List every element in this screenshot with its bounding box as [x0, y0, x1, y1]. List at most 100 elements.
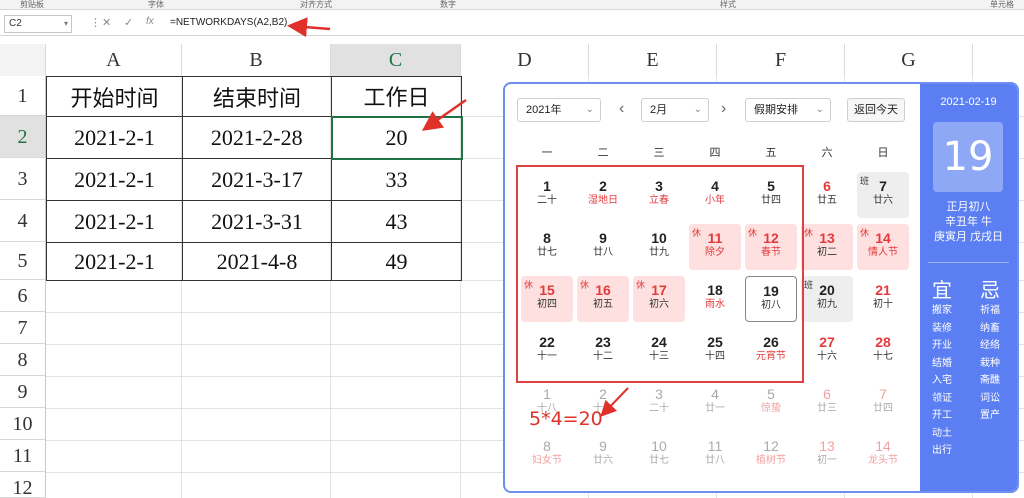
- holiday-select[interactable]: 假期安排 ⌄: [745, 98, 831, 122]
- row-header-8[interactable]: 8: [0, 344, 46, 376]
- row-header-9[interactable]: 9: [0, 376, 46, 408]
- day-lunar: 初二: [817, 247, 837, 258]
- column-header-g[interactable]: G: [845, 44, 973, 76]
- suitable-item: 结婚: [932, 357, 952, 369]
- row-header-6[interactable]: 6: [0, 280, 46, 312]
- suitable-item: 出行: [932, 445, 952, 456]
- weekday-label: 日: [877, 147, 889, 159]
- row-header-5[interactable]: 5: [0, 242, 46, 280]
- cell-a3[interactable]: 2021-2-1: [46, 158, 183, 201]
- calendar-day[interactable]: 休 13 初二: [801, 224, 853, 270]
- cell-b5[interactable]: 2021-4-8: [182, 242, 332, 281]
- cell-a2[interactable]: 2021-2-1: [46, 116, 183, 159]
- cell-a5[interactable]: 2021-2-1: [46, 242, 183, 281]
- cell-b3[interactable]: 2021-3-17: [182, 158, 332, 201]
- calendar-day[interactable]: 13 初一: [801, 432, 853, 478]
- chevron-down-icon[interactable]: ▾: [64, 16, 68, 32]
- day-lunar: 二十: [649, 403, 669, 414]
- selected-day-number: 19: [933, 122, 1003, 192]
- cell-c5[interactable]: 49: [331, 242, 462, 281]
- column-header-d[interactable]: D: [461, 44, 589, 76]
- year-select[interactable]: 2021年 ⌄: [517, 98, 601, 122]
- table-row: 2021-2-1 2021-3-31 43: [46, 200, 462, 243]
- day-lunar: 情人节: [868, 247, 898, 258]
- column-header-b[interactable]: B: [182, 44, 331, 76]
- calendar-day[interactable]: 14 龙头节: [857, 432, 909, 478]
- confirm-icon[interactable]: ✓: [124, 16, 133, 29]
- calendar-day[interactable]: 班 7 廿六: [857, 172, 909, 218]
- suitable-item: 领证: [932, 392, 952, 404]
- row-header-1[interactable]: 1: [0, 76, 46, 116]
- header-workdays[interactable]: 工作日: [331, 76, 462, 117]
- calendar-day[interactable]: 7 廿四: [857, 380, 909, 426]
- day-number: 13: [819, 438, 835, 454]
- day-number: 28: [875, 334, 891, 350]
- row-header-4[interactable]: 4: [0, 200, 46, 242]
- select-all-corner[interactable]: [0, 44, 46, 76]
- chevron-down-icon: ⌄: [585, 104, 594, 115]
- cell-b4[interactable]: 2021-3-31: [182, 200, 332, 243]
- ribbon-group-alignment: 对齐方式: [300, 0, 332, 9]
- weekday-label: 三: [653, 147, 665, 159]
- more-icon[interactable]: ⋮: [90, 16, 101, 29]
- calendar-day[interactable]: 8 妇女节: [521, 432, 573, 478]
- row-header-12[interactable]: 12: [0, 472, 46, 498]
- column-header-c[interactable]: C: [331, 44, 461, 76]
- month-select-value: 2月: [650, 104, 668, 116]
- calendar-day[interactable]: 10 廿七: [633, 432, 685, 478]
- row-header-10[interactable]: 10: [0, 408, 46, 440]
- calendar-day[interactable]: 班 20 初九: [801, 276, 853, 322]
- calendar-day[interactable]: 11 廿八: [689, 432, 741, 478]
- month-select[interactable]: 2月 ⌄: [641, 98, 709, 122]
- day-number: 6: [823, 386, 831, 402]
- year-select-value: 2021年: [526, 104, 562, 116]
- calendar-day[interactable]: 9 廿六: [577, 432, 629, 478]
- calendar-day[interactable]: 6 廿三: [801, 380, 853, 426]
- cell-c4[interactable]: 43: [331, 200, 462, 243]
- name-box[interactable]: C2 ▾: [4, 15, 72, 33]
- calendar-day[interactable]: 休 14 情人节: [857, 224, 909, 270]
- next-month-icon[interactable]: ›: [721, 98, 726, 120]
- column-header-a[interactable]: A: [46, 44, 182, 76]
- cell-b2[interactable]: 2021-2-28: [182, 116, 332, 159]
- avoid-item: 纳畜: [980, 322, 1000, 334]
- day-number: 21: [875, 282, 891, 298]
- suitable-item: 开业: [932, 340, 952, 351]
- calendar-day[interactable]: 28 十七: [857, 328, 909, 374]
- calendar-widget: 2021年 ⌄ ‹ 2月 ⌄ › 假期安排 ⌄ 返回今天 一 二 三 四 五 六 日 1 二十…: [503, 82, 1019, 493]
- cancel-icon[interactable]: ✕: [102, 16, 111, 29]
- calendar-day[interactable]: 21 初十: [857, 276, 909, 322]
- prev-month-icon[interactable]: ‹: [619, 98, 624, 120]
- ribbon-group-cells: 单元格: [990, 0, 1014, 9]
- suitable-list: 搬家 装修 开业 结婚 入宅 领证 开工 动土 出行: [932, 302, 952, 460]
- day-lunar: 廿三: [817, 403, 837, 414]
- cell-a4[interactable]: 2021-2-1: [46, 200, 183, 243]
- cell-c2[interactable]: 20: [330, 115, 463, 160]
- day-number: 8: [543, 438, 551, 454]
- header-start-date[interactable]: 开始时间: [46, 76, 183, 117]
- calendar-day[interactable]: 6 廿五: [801, 172, 853, 218]
- cell-c3[interactable]: 33: [331, 158, 462, 201]
- calendar-day[interactable]: 27 十六: [801, 328, 853, 374]
- calendar-day[interactable]: 3 二十: [633, 380, 685, 426]
- row-header-11[interactable]: 11: [0, 440, 46, 472]
- row-header-2[interactable]: 2: [0, 116, 46, 158]
- calendar-day[interactable]: 12 植树节: [745, 432, 797, 478]
- day-tag: 班: [804, 280, 814, 290]
- name-box-value: C2: [9, 18, 22, 29]
- row-header-7[interactable]: 7: [0, 312, 46, 344]
- calendar-day[interactable]: 5 惊蛰: [745, 380, 797, 426]
- return-today-button[interactable]: 返回今天: [847, 98, 905, 122]
- day-number: 14: [875, 438, 891, 454]
- calendar-day[interactable]: 4 廿一: [689, 380, 741, 426]
- column-header-f[interactable]: F: [717, 44, 845, 76]
- header-end-date[interactable]: 结束时间: [182, 76, 332, 117]
- ribbon-group-clipboard: 剪贴板: [20, 0, 44, 9]
- ribbon-group-styles: 样式: [720, 0, 736, 9]
- day-lunar: 廿六: [593, 455, 613, 466]
- row-header-3[interactable]: 3: [0, 158, 46, 200]
- column-header-e[interactable]: E: [589, 44, 717, 76]
- formula-input[interactable]: =NETWORKDAYS(A2,B2): [170, 17, 287, 28]
- day-lunar: 廿四: [873, 403, 893, 414]
- insert-function-icon[interactable]: fx: [146, 16, 154, 27]
